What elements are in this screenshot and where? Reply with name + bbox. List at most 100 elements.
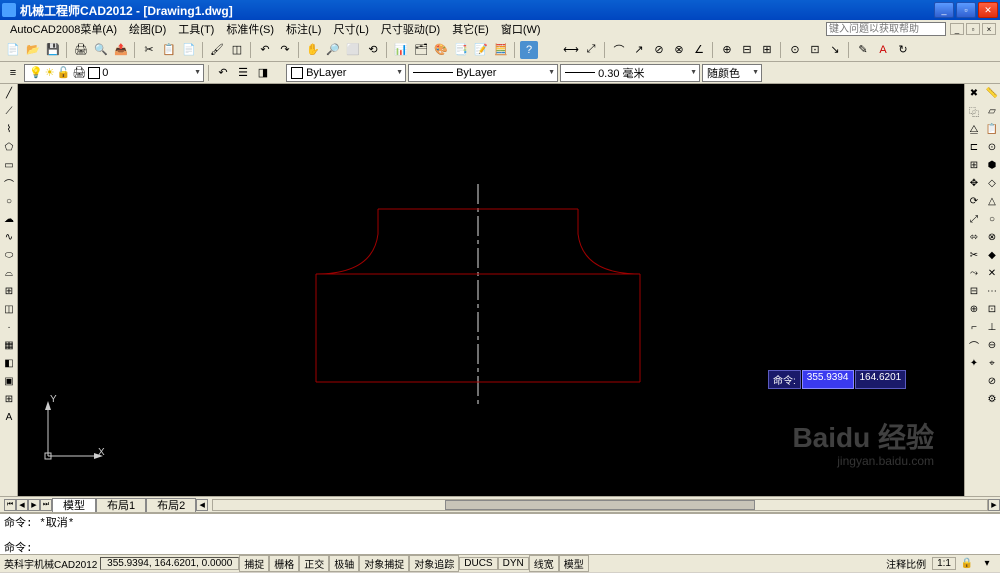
status-coords[interactable]: 355.9394, 164.6201, 0.0000 bbox=[100, 557, 239, 570]
tab-first-button[interactable]: ⏮ bbox=[4, 499, 16, 511]
xline-icon[interactable]: ⟋ bbox=[0, 102, 18, 120]
menu-annotate[interactable]: 标注(L) bbox=[280, 19, 327, 39]
dim-leader-icon[interactable]: ↘ bbox=[826, 41, 844, 59]
osnap-ins-icon[interactable]: ⊡ bbox=[983, 300, 1000, 318]
scale-icon[interactable]: ⤢ bbox=[965, 210, 983, 228]
menu-window[interactable]: 窗口(W) bbox=[495, 19, 547, 39]
trim-icon[interactable]: ✂ bbox=[965, 246, 983, 264]
insert-icon[interactable]: ⊞ bbox=[0, 282, 18, 300]
maximize-button[interactable]: ▫ bbox=[956, 2, 976, 18]
osnap-int-icon[interactable]: ✕ bbox=[983, 264, 1000, 282]
dim-angular-icon[interactable]: ∠ bbox=[690, 41, 708, 59]
table-icon[interactable]: ⊞ bbox=[0, 390, 18, 408]
layer-state-icon[interactable]: ☰ bbox=[234, 64, 252, 82]
preview-icon[interactable]: 🔍 bbox=[92, 41, 110, 59]
ellipse-icon[interactable]: ⬭ bbox=[0, 246, 18, 264]
match-icon[interactable]: 🖌 bbox=[208, 41, 226, 59]
linetype-combo[interactable]: ByLayer bbox=[408, 64, 558, 82]
osnap-near-icon[interactable]: ⌖ bbox=[983, 354, 1000, 372]
dim-style-icon[interactable]: A bbox=[874, 41, 892, 59]
osnap-quad-icon[interactable]: ◆ bbox=[983, 246, 1000, 264]
close-button[interactable]: ✕ bbox=[978, 2, 998, 18]
copy-tool-icon[interactable]: ⿻ bbox=[965, 102, 983, 120]
menu-other[interactable]: 其它(E) bbox=[446, 19, 495, 39]
osnap-mid-icon[interactable]: △ bbox=[983, 192, 1000, 210]
polygon-icon[interactable]: ⬠ bbox=[0, 138, 18, 156]
zoom-realtime-icon[interactable]: 🔎 bbox=[324, 41, 342, 59]
stretch-icon[interactable]: ⬄ bbox=[965, 228, 983, 246]
copy-icon[interactable]: 📋 bbox=[160, 41, 178, 59]
plot-icon[interactable]: 🖨 bbox=[72, 41, 90, 59]
move-icon[interactable]: ✥ bbox=[965, 174, 983, 192]
extend-icon[interactable]: ⤳ bbox=[965, 264, 983, 282]
toggle-model[interactable]: 模型 bbox=[559, 555, 589, 572]
menu-autocad[interactable]: AutoCAD2008菜单(A) bbox=[4, 19, 123, 39]
sheet-icon[interactable]: 📑 bbox=[452, 41, 470, 59]
menu-tools[interactable]: 工具(T) bbox=[172, 19, 220, 39]
toolpalette-icon[interactable]: 🎨 bbox=[432, 41, 450, 59]
area-icon[interactable]: ▱ bbox=[983, 102, 1000, 120]
ellipsearc-icon[interactable]: ⌓ bbox=[0, 264, 18, 282]
osnap-settings-icon[interactable]: ⚙ bbox=[983, 390, 1000, 408]
menu-draw[interactable]: 绘图(D) bbox=[123, 19, 172, 39]
erase-icon[interactable]: ✖ bbox=[965, 84, 983, 102]
tab-last-button[interactable]: ⏭ bbox=[40, 499, 52, 511]
toggle-ducs[interactable]: DUCS bbox=[459, 557, 497, 570]
plotstyle-combo[interactable]: 随颜色 bbox=[702, 64, 762, 82]
osnap-center-icon[interactable]: ○ bbox=[983, 210, 1000, 228]
mdi-restore-button[interactable]: ▫ bbox=[966, 23, 980, 35]
toggle-lwt[interactable]: 线宽 bbox=[529, 555, 559, 572]
offset-icon[interactable]: ⊏ bbox=[965, 138, 983, 156]
osnap-tan-icon[interactable]: ⊖ bbox=[983, 336, 1000, 354]
dist-icon[interactable]: 📏 bbox=[983, 84, 1000, 102]
region-icon[interactable]: ▣ bbox=[0, 372, 18, 390]
dim-aligned-icon[interactable]: ⤢ bbox=[582, 41, 600, 59]
mdi-minimize-button[interactable]: _ bbox=[950, 23, 964, 35]
circle-icon[interactable]: ○ bbox=[0, 192, 18, 210]
mirror-icon[interactable]: ⧋ bbox=[965, 120, 983, 138]
lineweight-combo[interactable]: 0.30 毫米 bbox=[560, 64, 700, 82]
toggle-polar[interactable]: 极轴 bbox=[329, 555, 359, 572]
revcloud-icon[interactable]: ☁ bbox=[0, 210, 18, 228]
cut-icon[interactable]: ✂ bbox=[140, 41, 158, 59]
layer-manager-icon[interactable]: ≡ bbox=[4, 64, 22, 82]
break-icon[interactable]: ⊟ bbox=[965, 282, 983, 300]
menu-dimension[interactable]: 尺寸(L) bbox=[327, 19, 374, 39]
osnap-ext-icon[interactable]: ⋯ bbox=[983, 282, 1000, 300]
arc-icon[interactable]: ⌒ bbox=[0, 174, 18, 192]
list-icon[interactable]: 📋 bbox=[983, 120, 1000, 138]
id-icon[interactable]: ⊙ bbox=[983, 138, 1000, 156]
status-menu-icon[interactable]: ▾ bbox=[978, 555, 996, 573]
toggle-otrack[interactable]: 对象追踪 bbox=[409, 555, 459, 572]
rotate-icon[interactable]: ⟳ bbox=[965, 192, 983, 210]
spline-icon[interactable]: ∿ bbox=[0, 228, 18, 246]
paste-icon[interactable]: 📄 bbox=[180, 41, 198, 59]
block-make-icon[interactable]: ◫ bbox=[0, 300, 18, 318]
polyline-icon[interactable]: ⌇ bbox=[0, 120, 18, 138]
layer-prev-icon[interactable]: ↶ bbox=[214, 64, 232, 82]
toggle-snap[interactable]: 捕捉 bbox=[239, 555, 269, 572]
dim-diameter-icon[interactable]: ⊗ bbox=[670, 41, 688, 59]
dim-continue-icon[interactable]: ⊞ bbox=[758, 41, 776, 59]
dim-linear-icon[interactable]: ⟷ bbox=[562, 41, 580, 59]
annoscale-value[interactable]: 1:1 bbox=[932, 557, 956, 570]
tab-model[interactable]: 模型 bbox=[52, 498, 96, 512]
color-combo[interactable]: ByLayer bbox=[286, 64, 406, 82]
horizontal-scrollbar[interactable] bbox=[212, 499, 988, 511]
annoscale-lock-icon[interactable]: 🔒 bbox=[958, 555, 976, 573]
join-icon[interactable]: ⊕ bbox=[965, 300, 983, 318]
dim-ordinate-icon[interactable]: ↗ bbox=[630, 41, 648, 59]
help-icon[interactable]: ? bbox=[520, 41, 538, 59]
dim-edit-icon[interactable]: ✎ bbox=[854, 41, 872, 59]
properties-icon[interactable]: 📊 bbox=[392, 41, 410, 59]
dim-center-icon[interactable]: ⊙ bbox=[786, 41, 804, 59]
toggle-ortho[interactable]: 正交 bbox=[299, 555, 329, 572]
toggle-osnap[interactable]: 对象捕捉 bbox=[359, 555, 409, 572]
line-icon[interactable]: ╱ bbox=[0, 84, 18, 102]
toggle-grid[interactable]: 栅格 bbox=[269, 555, 299, 572]
mdi-close-button[interactable]: × bbox=[982, 23, 996, 35]
mtext-icon[interactable]: A bbox=[0, 408, 18, 426]
array-icon[interactable]: ⊞ bbox=[965, 156, 983, 174]
point-icon[interactable]: · bbox=[0, 318, 18, 336]
pan-icon[interactable]: ✋ bbox=[304, 41, 322, 59]
